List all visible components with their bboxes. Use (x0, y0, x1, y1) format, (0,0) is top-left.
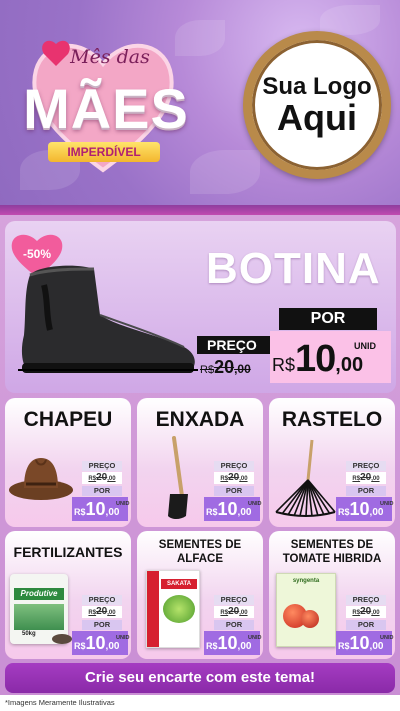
footer-note: *Imagens Meramente Ilustrativas (5, 698, 115, 707)
price-unit: UNID (116, 635, 130, 641)
price-unit: UNID (116, 501, 130, 507)
featured-new-price: R$10,00 (272, 338, 364, 380)
boot-image (18, 265, 198, 373)
headline-top: Mês das (70, 46, 150, 68)
logo-placeholder[interactable]: Sua Logo Aqui (243, 31, 391, 179)
price-unit: UNID (248, 501, 262, 507)
price-por-label: POR (214, 486, 254, 496)
price-preco-label: PREÇO (82, 595, 122, 605)
price-preco-label: PREÇO (82, 461, 122, 471)
header-divider (0, 205, 400, 215)
fertilizer-weight: 50kg (22, 631, 36, 637)
price-preco-label: PREÇO (214, 595, 254, 605)
featured-unit: UNID (354, 341, 376, 351)
seed-packet-image: syngenta (276, 573, 336, 647)
price-unit: UNID (380, 501, 394, 507)
fertilizer-brand: Produtive (14, 588, 64, 600)
price-preco-label: PREÇO (346, 461, 386, 471)
price-unit: UNID (248, 635, 262, 641)
featured-title: BOTINA (206, 244, 381, 293)
logo-line2: Aqui (277, 96, 357, 138)
price-por-label: POR (346, 486, 386, 496)
headline-tag: IMPERDÍVEL (48, 142, 160, 162)
price-preco-label: PREÇO (346, 595, 386, 605)
price-unit: UNID (380, 635, 394, 641)
price-old: R$20,00 (346, 472, 386, 484)
product-title: FERTILIZANTES (13, 544, 123, 560)
create-flyer-button[interactable]: Crie seu encarte com este tema! (5, 663, 395, 693)
seed-brand: SAKATA (161, 579, 197, 589)
price-por-label: POR (82, 486, 122, 496)
leaf-decoration (190, 150, 260, 194)
featured-por-label: POR (279, 308, 377, 330)
seed-brand: syngenta (292, 578, 320, 584)
price-old: R$20,00 (214, 606, 254, 618)
product-title-line2: ALFACE (177, 553, 223, 565)
price-old: R$20,00 (82, 606, 122, 618)
hoe-image (168, 436, 188, 519)
product-title-line2: TOMATE HIBRIDA (282, 553, 382, 565)
soil-pile (52, 634, 72, 644)
product-title: CHAPEU (23, 408, 113, 431)
price-old: R$20,00 (346, 606, 386, 618)
price-por-label: POR (214, 620, 254, 630)
header-banner: Mês das MÃES IMPERDÍVEL Sua Logo Aqui (0, 0, 400, 212)
product-title-line1: SEMENTES DE (158, 539, 242, 551)
price-preco-label: PREÇO (214, 461, 254, 471)
product-title: RASTELO (281, 408, 383, 431)
seed-packet-image: SAKATA (146, 570, 200, 648)
leaf-decoration (320, 5, 380, 35)
price-por-label: POR (82, 620, 122, 630)
hat-image (9, 458, 73, 500)
product-title-line1: SEMENTES DE (290, 539, 374, 551)
headline-main: MÃES (23, 77, 189, 140)
price-por-label: POR (346, 620, 386, 630)
rake-image (275, 439, 336, 517)
price-old: R$20,00 (214, 472, 254, 484)
logo-line1: Sua Logo (262, 72, 372, 100)
product-title: ENXADA (155, 408, 245, 431)
price-old: R$20,00 (82, 472, 122, 484)
featured-old-price: R$20,00 (200, 357, 251, 377)
leaf-decoration (175, 20, 225, 56)
